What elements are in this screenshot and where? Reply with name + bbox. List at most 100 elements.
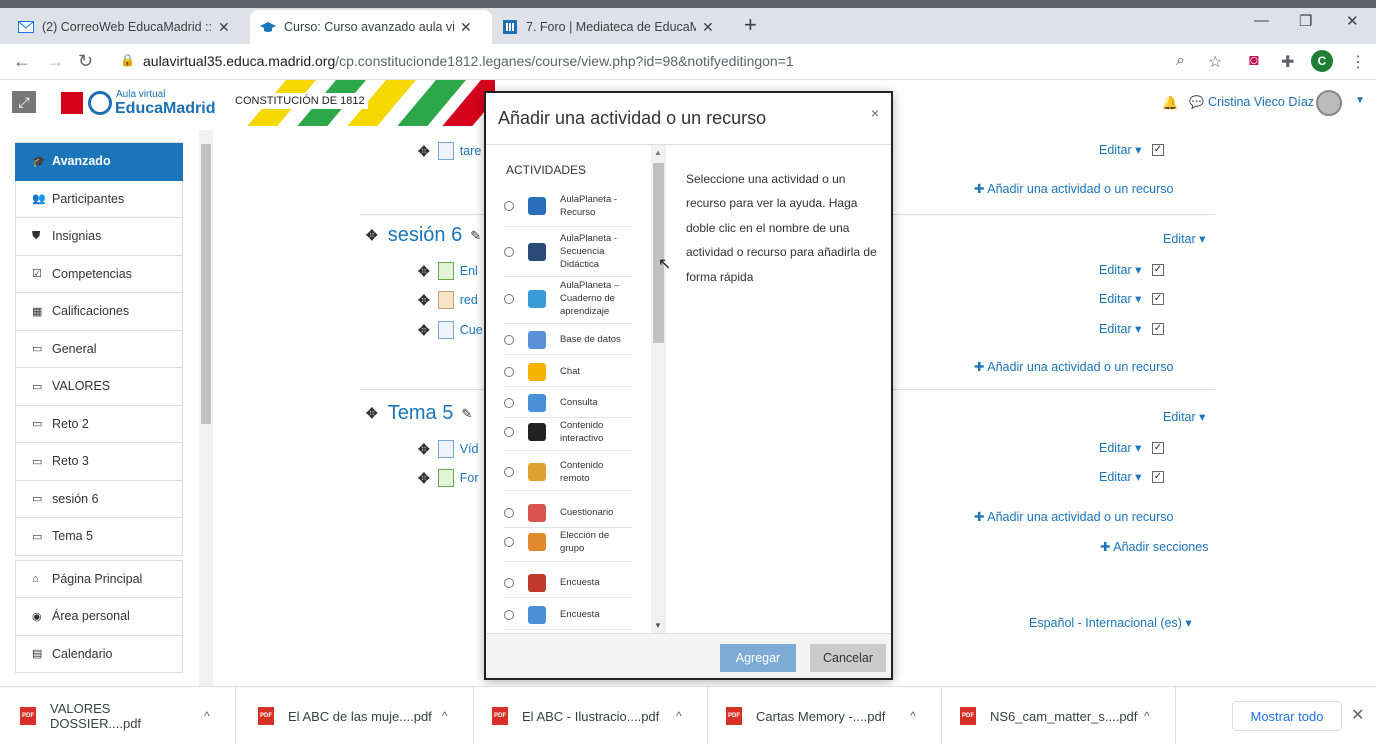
user-avatar[interactable] (1316, 90, 1342, 116)
section-title[interactable]: sesión 6 (388, 224, 463, 247)
nav-item-participantes[interactable]: 👥 Participantes (15, 180, 183, 218)
edit-menu[interactable]: Editar ▾ (1099, 440, 1141, 455)
extensions-puzzle-icon[interactable]: ✚ (1281, 52, 1294, 72)
activity-radio[interactable] (504, 536, 514, 547)
activity-link[interactable]: Enl (460, 264, 478, 278)
close-icon[interactable]: × (871, 105, 879, 121)
nav-item-calificaciones[interactable]: ▦ Calificaciones (15, 293, 183, 331)
activity-radio[interactable] (504, 200, 514, 211)
nav-item-área-personal[interactable]: ◉ Área personal (15, 598, 183, 636)
comunidad-madrid-logo[interactable] (61, 92, 83, 114)
activity-option[interactable]: Base de datos (504, 325, 632, 355)
activity-radio[interactable] (504, 609, 514, 620)
add-activity-link[interactable]: ✚ Añadir una actividad o un recurso (974, 181, 1174, 196)
activity-radio[interactable] (504, 397, 514, 408)
activity-radio[interactable] (504, 507, 514, 518)
chevron-up-icon[interactable]: ^ (442, 709, 462, 723)
section-title[interactable]: Tema 5 (388, 402, 454, 425)
nav-item-reto-3[interactable]: ▭ Reto 3 (15, 443, 183, 481)
edit-menu[interactable]: Editar ▾ (1099, 469, 1141, 484)
zoom-icon[interactable]: ⌕ (1176, 52, 1185, 70)
download-item[interactable]: PDF NS6_cam_matter_s....pdf ^ (940, 687, 1176, 744)
chevron-up-icon[interactable]: ^ (910, 709, 930, 723)
messages-icon[interactable]: 💬 (1189, 95, 1204, 109)
activity-radio[interactable] (504, 366, 514, 377)
edit-menu[interactable]: Editar ▾ (1099, 142, 1141, 157)
completion-checkbox[interactable]: ✓ (1152, 264, 1164, 276)
download-item[interactable]: PDF El ABC de las muje....pdf ^ (238, 687, 474, 744)
close-window-button[interactable]: ✕ (1346, 12, 1359, 30)
activity-link[interactable]: For (460, 471, 479, 485)
browser-tab-curso[interactable]: Curso: Curso avanzado aula virtu ✕ (250, 10, 492, 44)
nav-item-reto-2[interactable]: ▭ Reto 2 (15, 405, 183, 443)
activity-link[interactable]: Víd (460, 442, 479, 456)
user-name[interactable]: Cristina Vieco Díaz (1208, 95, 1314, 109)
educamadrid-logo-icon[interactable] (88, 91, 112, 115)
show-all-button[interactable]: Mostrar todo (1232, 701, 1342, 731)
activity-row[interactable]: ✥ Enl (418, 262, 478, 280)
activity-row[interactable]: ✥ For (418, 469, 478, 487)
activity-radio[interactable] (504, 246, 514, 257)
profile-avatar[interactable]: C (1311, 50, 1333, 72)
edit-menu[interactable]: Editar ▾ (1099, 262, 1141, 277)
completion-checkbox[interactable]: ✓ (1152, 144, 1164, 156)
reload-icon[interactable]: ↻ (78, 51, 93, 72)
activity-radio[interactable] (504, 577, 514, 588)
activity-radio[interactable] (504, 293, 514, 304)
bell-icon[interactable]: 🔔 (1162, 95, 1178, 111)
add-activity-link[interactable]: ✚ Añadir una actividad o un recurso (974, 359, 1174, 374)
download-item[interactable]: PDF El ABC - Ilustracio....pdf ^ (472, 687, 708, 744)
nav-item-valores[interactable]: ▭ VALORES (15, 368, 183, 406)
cancel-button[interactable]: Cancelar (810, 644, 886, 672)
activity-option[interactable]: Encuesta (504, 600, 632, 630)
browser-tab-correo[interactable]: (2) CorreoWeb EducaMadrid :: IN ✕ (8, 10, 250, 44)
scrollbar-thumb[interactable] (653, 163, 664, 343)
new-tab-button[interactable]: + (744, 12, 757, 38)
expand-drawer-icon[interactable]: ⤢ (12, 91, 36, 113)
move-icon[interactable]: ✥ (366, 227, 378, 244)
nav-item-calendario[interactable]: ▤ Calendario (15, 635, 183, 673)
menu-dots-icon[interactable]: ⋮ (1350, 52, 1366, 72)
completion-checkbox[interactable]: ✓ (1152, 471, 1164, 483)
scroll-down-icon[interactable]: ▼ (654, 621, 662, 630)
edit-menu[interactable]: Editar ▾ (1099, 291, 1141, 306)
activity-radio[interactable] (504, 334, 514, 345)
download-item[interactable]: PDF VALORES DOSSIER....pdf ^ (0, 687, 236, 744)
completion-checkbox[interactable]: ✓ (1152, 323, 1164, 335)
minimize-button[interactable]: — (1254, 12, 1269, 29)
move-icon[interactable]: ✥ (366, 405, 378, 422)
activity-option[interactable]: AulaPlaneta - Secuencia Didáctica (504, 227, 632, 277)
restore-button[interactable]: ❐ (1299, 12, 1312, 30)
move-icon[interactable]: ✥ (418, 322, 430, 339)
nav-item-tema-5[interactable]: ▭ Tema 5 (15, 518, 183, 556)
pencil-icon[interactable]: ✎ (461, 406, 472, 422)
activity-option[interactable]: AulaPlaneta - Recurso (504, 185, 632, 227)
nav-item-página-principal[interactable]: ⌂ Página Principal (15, 560, 183, 598)
activity-row[interactable]: ✥ Cue (418, 321, 483, 339)
activity-option[interactable]: Contenido interactivo (504, 413, 632, 451)
nav-item-sesión-6[interactable]: ▭ sesión 6 (15, 480, 183, 518)
back-icon[interactable]: ← (13, 51, 31, 72)
activity-link[interactable]: Cue (460, 323, 483, 337)
forward-icon[interactable]: → (46, 51, 64, 72)
nav-item-insignias[interactable]: ⛊ Insignias (15, 218, 183, 256)
move-icon[interactable]: ✥ (418, 292, 430, 309)
close-tab-icon[interactable]: ✕ (460, 19, 472, 36)
activity-option[interactable]: Encuesta (504, 568, 632, 598)
close-tab-icon[interactable]: ✕ (218, 19, 230, 36)
drawer-scrollbar[interactable] (199, 130, 213, 686)
activity-row[interactable]: ✥ Víd (418, 440, 479, 458)
activity-option[interactable]: Chat (504, 357, 632, 387)
activity-link[interactable]: tare (460, 144, 482, 158)
add-button[interactable]: Agregar (720, 644, 796, 672)
browser-tab-mediateca[interactable]: 7. Foro | Mediateca de EducaMa ✕ (492, 10, 732, 44)
activity-row[interactable]: ✥ tare (418, 142, 481, 160)
address-bar[interactable]: aulavirtual35.educa.madrid.org/cp.consti… (143, 53, 794, 69)
extension-pocket-icon[interactable]: ◙ (1249, 52, 1259, 70)
chevron-up-icon[interactable]: ^ (204, 709, 224, 723)
language-selector[interactable]: Español - Internacional (es) ▾ (1029, 615, 1192, 630)
school-name[interactable]: CONSTITUCIÓN DE 1812 (232, 93, 368, 109)
chevron-up-icon[interactable]: ^ (1144, 709, 1164, 723)
chevron-up-icon[interactable]: ^ (676, 709, 696, 723)
activity-option[interactable]: AulaPlaneta – Cuaderno de aprendizaje (504, 274, 632, 324)
